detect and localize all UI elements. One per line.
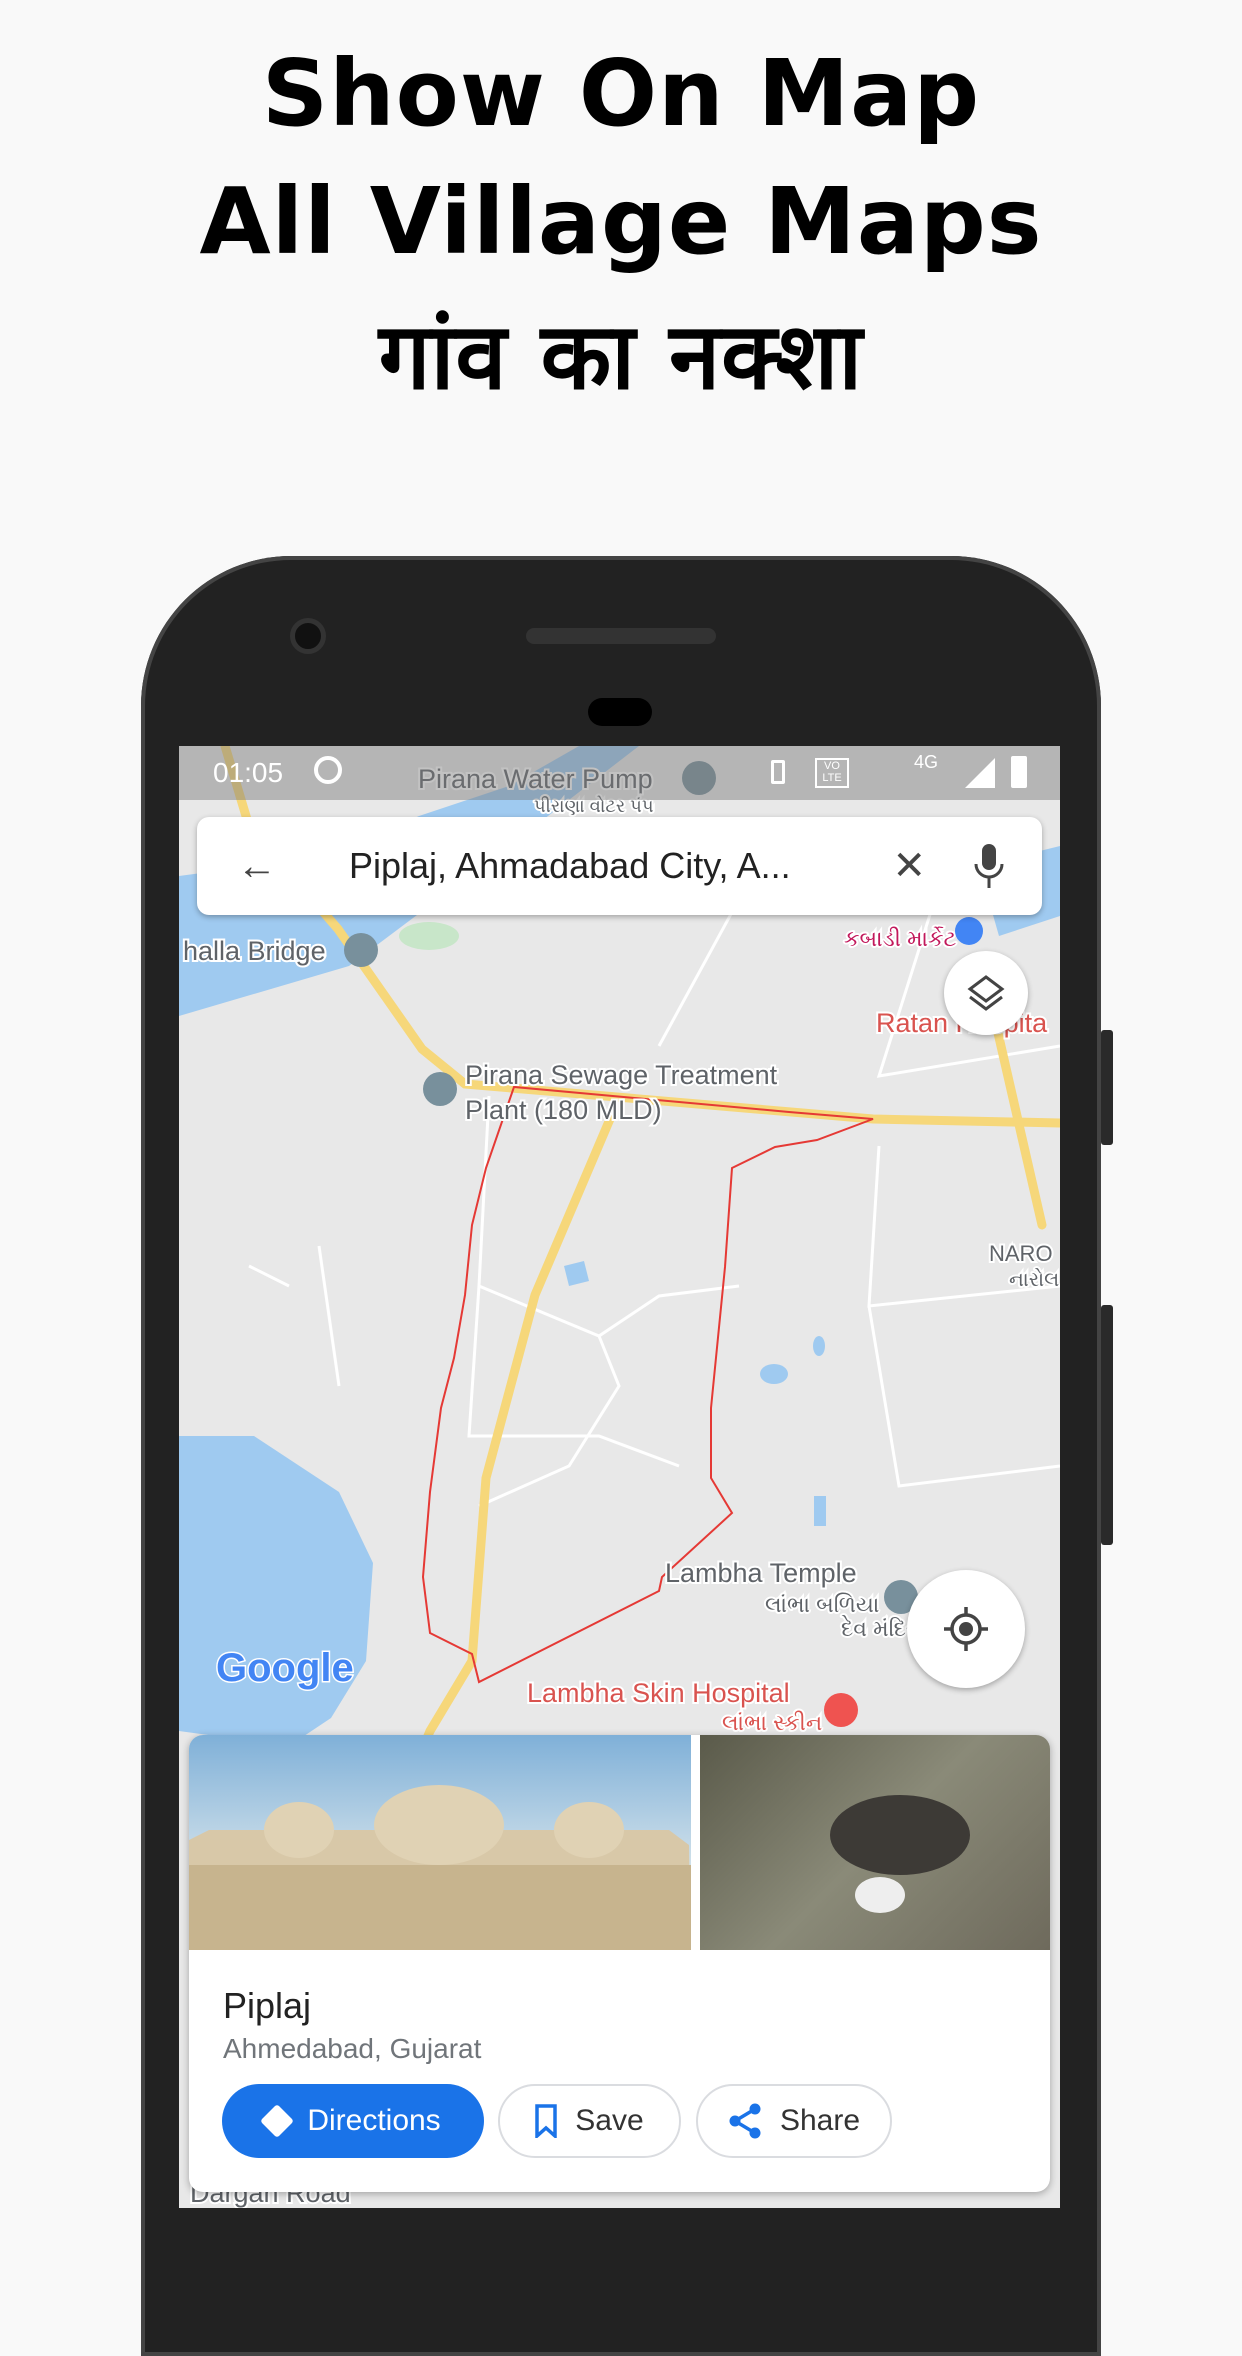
phone-volume-button [1101, 1305, 1113, 1545]
pond [813, 1336, 825, 1356]
map-label-temple-gu1[interactable]: લાંભા બળિયા [763, 1590, 881, 1619]
bookmark-icon [535, 2104, 558, 2138]
headline-line3: गांव का नक्शा [378, 303, 864, 410]
layers-icon [967, 975, 1005, 1011]
save-button[interactable]: Save [498, 2084, 681, 2158]
earpiece-speaker [526, 628, 716, 644]
headline-line2: All Village Maps [199, 168, 1043, 275]
signal-icon [965, 758, 995, 788]
museum-poi-icon [423, 1072, 457, 1106]
directions-label: Directions [307, 2104, 441, 2137]
map-label-naro-gu[interactable]: નારોલ [1007, 1266, 1060, 1293]
front-camera [290, 618, 326, 654]
pond [760, 1364, 788, 1384]
map-label-hospital[interactable]: Lambha Skin Hospital [525, 1676, 792, 1710]
google-logo: Google [216, 1646, 354, 1690]
share-label: Share [779, 2104, 861, 2137]
status-bar: 01:05 VO LTE 4G [179, 746, 1060, 800]
vibrate-icon [771, 760, 785, 784]
map-label-temple[interactable]: Lambha Temple [663, 1556, 859, 1590]
my-location-button[interactable] [907, 1570, 1025, 1688]
arrow-left-icon[interactable]: ← [237, 844, 277, 889]
map-label-naro[interactable]: NARO [987, 1239, 1055, 1268]
hospital-poi-icon [824, 1693, 858, 1727]
place-photo-mosque[interactable] [189, 1735, 691, 1950]
map-label-bridge[interactable]: halla Bridge [181, 934, 328, 968]
map-label-kabadi[interactable]: કબાડી માર્કેટ [842, 924, 959, 953]
pond [814, 1496, 826, 1526]
map-label-sewage-2[interactable]: Plant (180 MLD) [463, 1093, 664, 1127]
map-label-sewage-1[interactable]: Pirana Sewage Treatment [463, 1058, 780, 1092]
phone-power-button [1101, 1030, 1113, 1145]
mic-icon[interactable] [974, 844, 1004, 888]
place-card[interactable]: Piplaj Ahmedabad, Gujarat Directions Sav… [189, 1735, 1050, 2192]
share-button[interactable]: Share [696, 2084, 892, 2158]
layers-button[interactable] [944, 951, 1028, 1035]
save-label: Save [575, 2104, 644, 2137]
status-time: 01:05 [213, 757, 284, 788]
proximity-sensor [588, 698, 652, 726]
search-input[interactable]: Piplaj, Ahmadabad City, A... [349, 845, 892, 887]
close-icon[interactable]: ✕ [892, 843, 926, 889]
market-poi-icon [955, 917, 983, 945]
battery-charging-icon [1011, 756, 1027, 788]
data-saver-icon [314, 756, 342, 784]
network-type: 4G [914, 752, 939, 772]
volte-icon: VO LTE [815, 758, 849, 788]
map-label-temple-gu2[interactable]: દેવ મંદિર [839, 1613, 919, 1643]
bridge-poi-icon [344, 933, 378, 967]
map-label-hospital-gu[interactable]: લાંભા સ્કીન [720, 1708, 824, 1737]
place-photo-cattle[interactable] [700, 1735, 1050, 1950]
park [399, 922, 459, 950]
search-bar[interactable]: ← Piplaj, Ahmadabad City, A... ✕ [197, 817, 1042, 915]
directions-icon [260, 2104, 295, 2138]
place-subtitle: Ahmedabad, Gujarat [223, 2033, 482, 2064]
phone-screen: halla Bridge કબાડી માર્કેટ Ratan Hospita… [179, 746, 1060, 2208]
share-icon [729, 2103, 761, 2139]
place-title: Piplaj [223, 1985, 312, 2026]
directions-button[interactable]: Directions [222, 2084, 484, 2158]
headline-line1: Show On Map [261, 40, 981, 147]
my-location-icon [944, 1607, 988, 1651]
